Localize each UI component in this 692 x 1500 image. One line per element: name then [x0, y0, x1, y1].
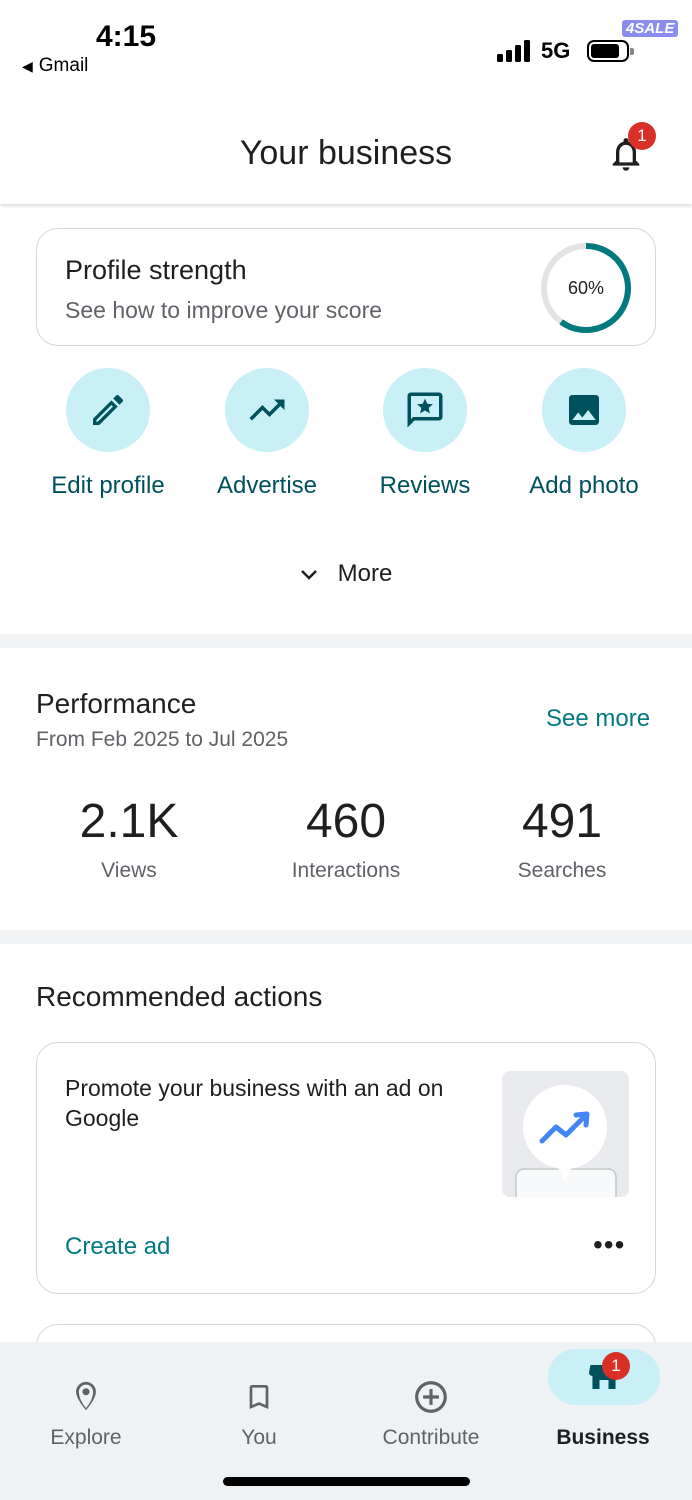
bookmark-icon	[249, 1385, 269, 1409]
stat-value: 2.1K	[79, 795, 179, 848]
stat-label: Views	[101, 859, 157, 882]
performance-date-range: From Feb 2025 to Jul 2025	[36, 728, 289, 751]
app-header: Your business	[0, 90, 692, 204]
more-button[interactable]: More	[0, 560, 692, 588]
review-star-icon	[383, 368, 467, 452]
quick-actions: Edit profile Advertise Reviews Add photo	[0, 368, 692, 508]
notification-badge: 1	[628, 122, 656, 150]
profile-strength-card[interactable]: Profile strength See how to improve your…	[36, 228, 656, 346]
nav-contribute-label: Contribute	[382, 1426, 480, 1449]
advertise-button[interactable]: Advertise	[187, 368, 347, 500]
nav-explore-label: Explore	[50, 1426, 122, 1449]
nav-you[interactable]: You	[173, 1342, 345, 1450]
back-app-label: Gmail	[38, 55, 89, 76]
edit-profile-button[interactable]: Edit profile	[28, 368, 188, 500]
battery-icon	[587, 40, 634, 62]
stat-searches[interactable]: 491 Searches	[462, 794, 662, 883]
stat-label: Interactions	[291, 859, 401, 882]
business-notification-badge: 1	[602, 1352, 630, 1380]
recommended-actions-title: Recommended actions	[36, 981, 323, 1012]
promote-ad-card[interactable]: Promote your business with an ad on Goog…	[36, 1042, 656, 1294]
home-indicator[interactable]	[223, 1477, 470, 1486]
promote-ad-text: Promote your business with an ad on Goog…	[65, 1075, 444, 1131]
add-photo-button[interactable]: Add photo	[504, 368, 664, 500]
stat-views[interactable]: 2.1K Views	[29, 794, 229, 883]
location-pin-icon	[76, 1381, 96, 1411]
reviews-button[interactable]: Reviews	[345, 368, 505, 500]
signal-icon	[497, 40, 533, 62]
stat-label: Searches	[517, 859, 607, 882]
add-photo-label: Add photo	[529, 472, 639, 499]
stat-value: 460	[305, 795, 387, 848]
add-circle-icon	[415, 1381, 447, 1413]
nav-explore[interactable]: Explore	[0, 1342, 172, 1450]
nav-you-label: You	[241, 1426, 277, 1449]
image-icon	[542, 368, 626, 452]
nav-business-label: Business	[556, 1426, 650, 1449]
pencil-icon	[66, 368, 150, 452]
network-type: 5G	[541, 38, 571, 63]
edit-profile-label: Edit profile	[51, 472, 165, 499]
profile-strength-percent: 60%	[567, 278, 605, 298]
back-to-app-link[interactable]: ◀ Gmail	[22, 55, 88, 77]
reviews-label: Reviews	[379, 472, 471, 499]
status-time: 4:15	[96, 20, 157, 53]
more-label: More	[337, 560, 393, 587]
performance-title: Performance	[36, 688, 197, 719]
status-bar: 4:15 ◀ Gmail 5G 4SALE	[0, 0, 692, 90]
section-divider	[0, 634, 692, 648]
chevron-down-icon	[300, 569, 317, 580]
back-triangle-icon: ◀	[22, 58, 33, 74]
stat-interactions[interactable]: 460 Interactions	[246, 794, 446, 883]
profile-strength-title: Profile strength	[65, 255, 247, 285]
create-ad-button[interactable]: Create ad	[65, 1233, 170, 1261]
advertise-label: Advertise	[216, 472, 318, 499]
watermark-logo: 4SALE	[622, 20, 679, 37]
stat-value: 491	[521, 795, 603, 848]
nav-contribute[interactable]: Contribute	[345, 1342, 517, 1450]
promote-ad-illustration	[502, 1071, 629, 1197]
see-more-link[interactable]: See more	[546, 705, 650, 733]
profile-strength-subtitle: See how to improve your score	[65, 297, 383, 323]
page-title: Your business	[239, 134, 453, 172]
section-divider	[0, 930, 692, 944]
more-options-icon[interactable]: •••	[593, 1229, 625, 1261]
trending-up-icon	[225, 368, 309, 452]
